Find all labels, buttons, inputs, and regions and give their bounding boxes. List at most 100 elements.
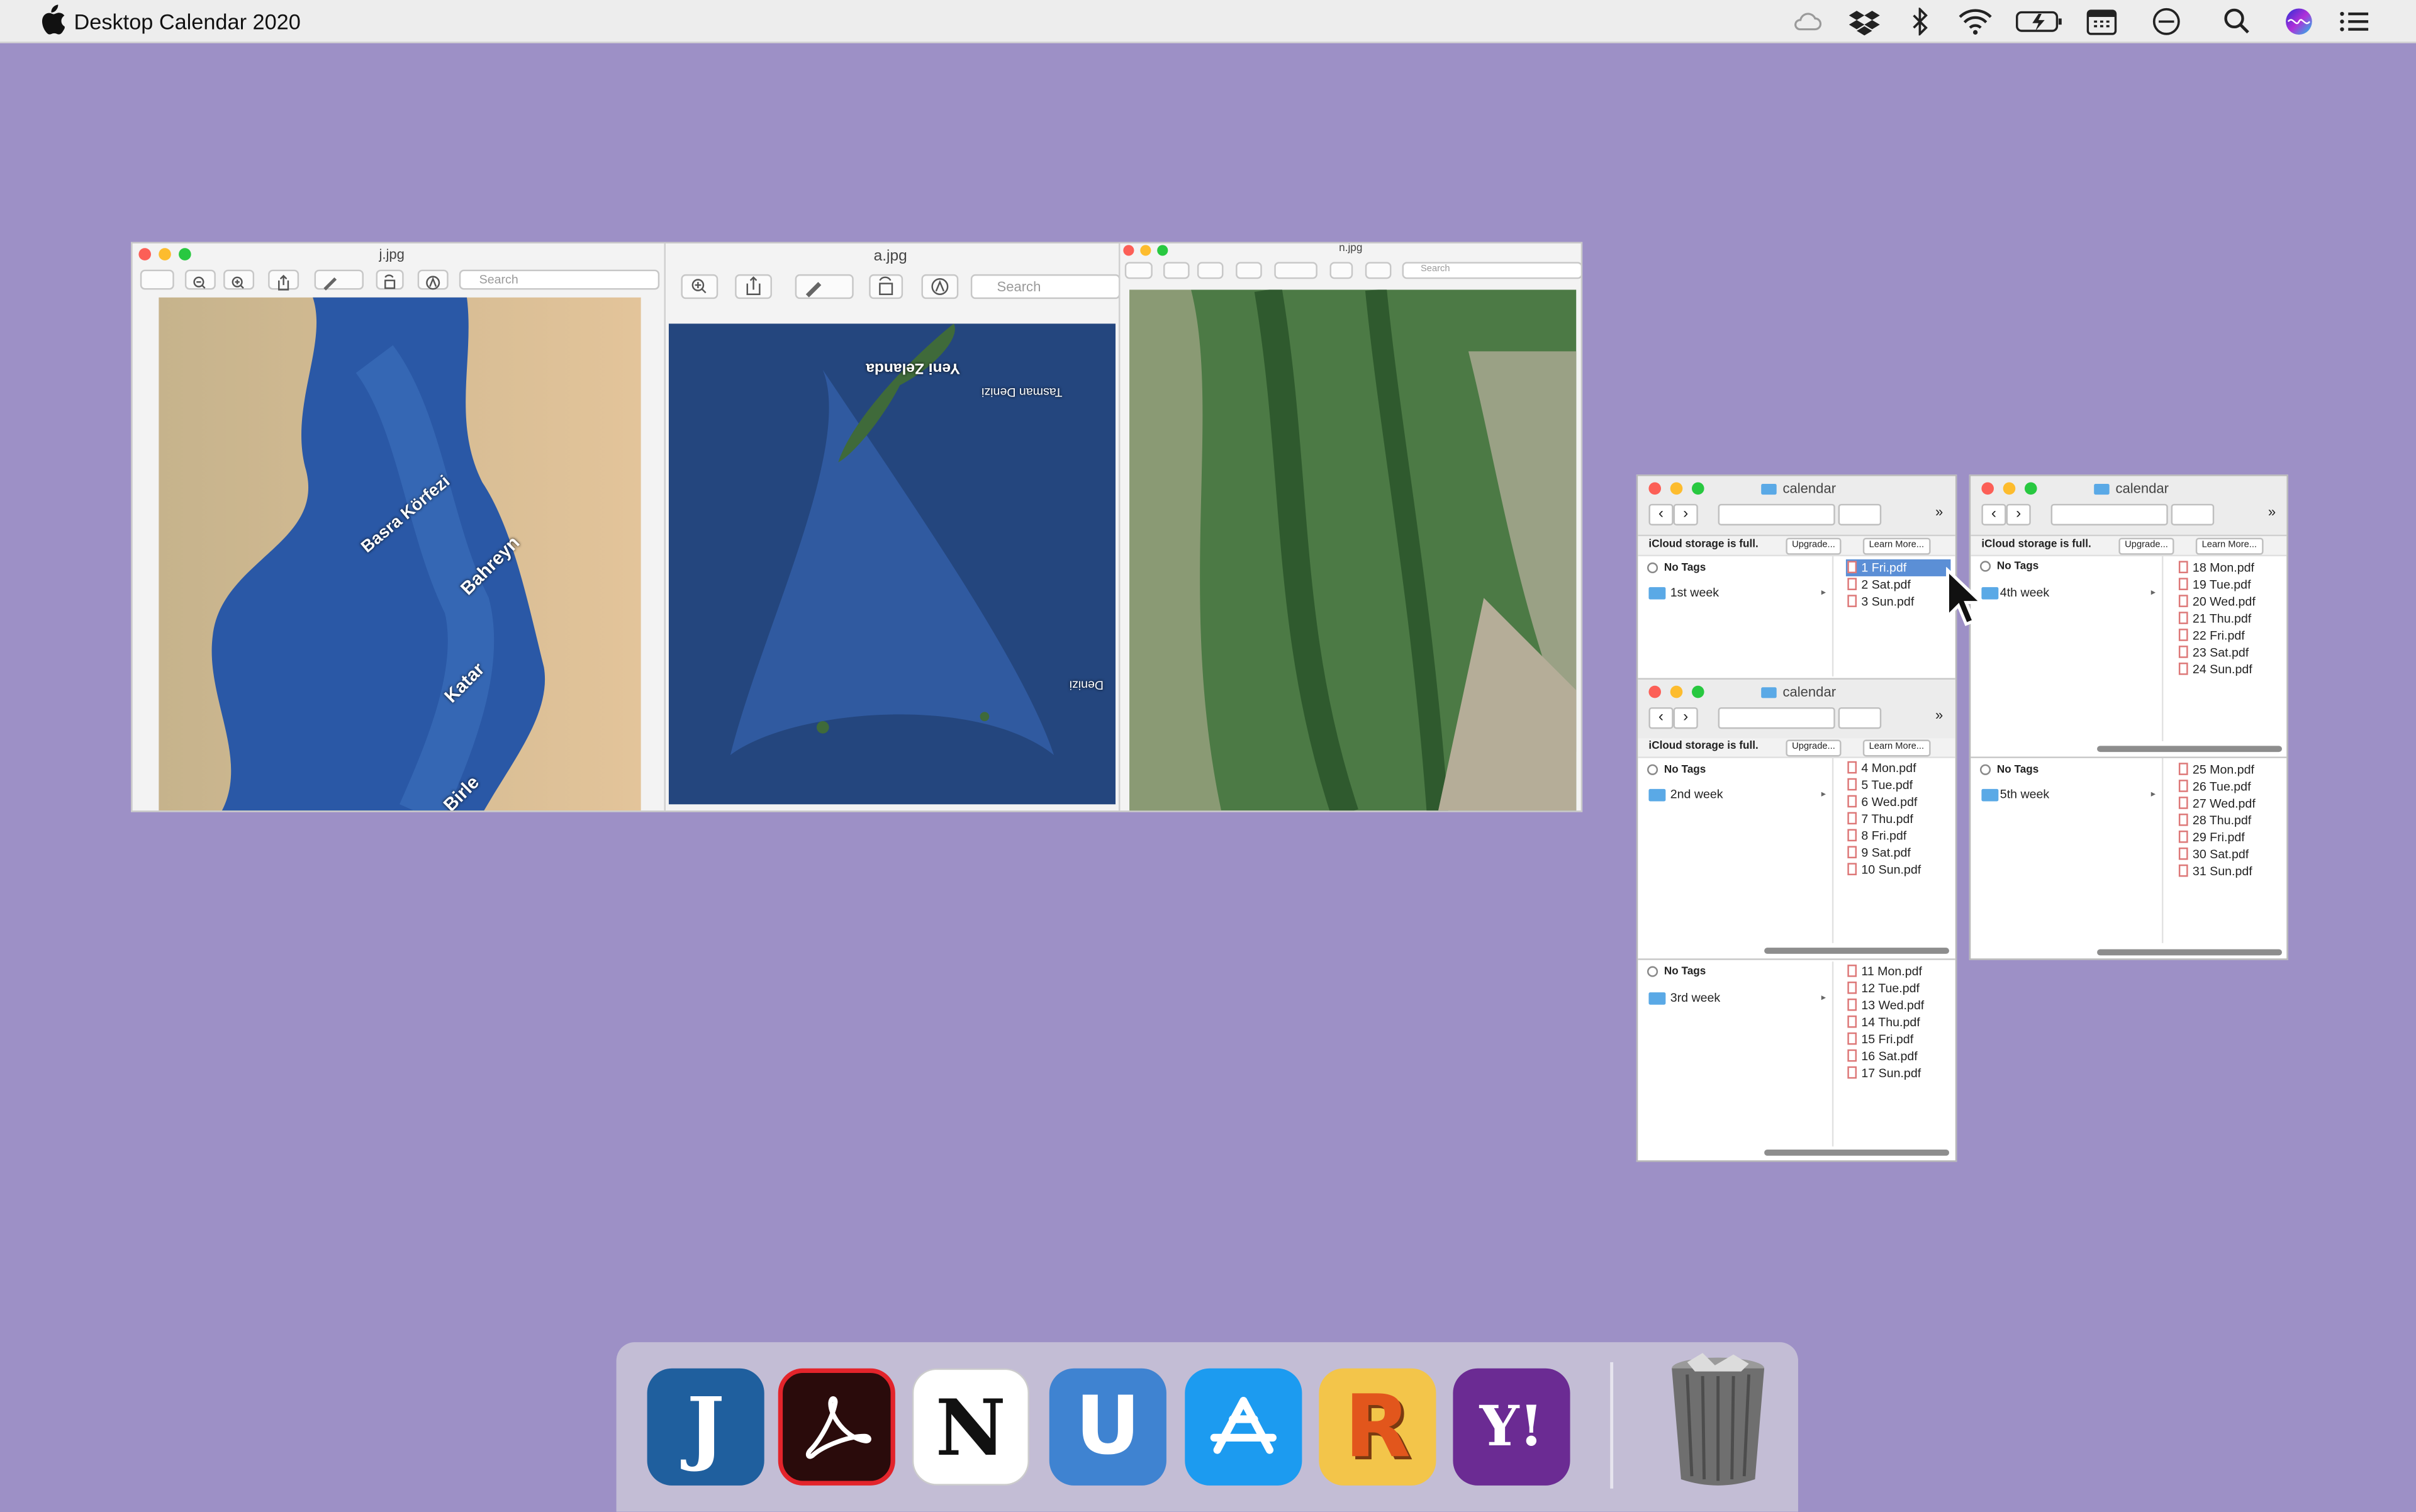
horizontal-scrollbar[interactable] bbox=[1764, 1149, 1949, 1156]
file-item[interactable]: 13 Wed.pdf bbox=[1846, 997, 1951, 1014]
file-item[interactable]: 30 Sat.pdf bbox=[2177, 846, 2282, 863]
forward-button[interactable]: › bbox=[2006, 503, 2031, 526]
annotate-button[interactable] bbox=[921, 274, 959, 300]
file-item[interactable]: 8 Fri.pdf bbox=[1846, 827, 1951, 844]
upgrade-button[interactable]: Upgrade... bbox=[1786, 739, 1842, 757]
jump-desktop-icon[interactable]: J bbox=[647, 1368, 764, 1486]
file-item[interactable]: 16 Sat.pdf bbox=[1846, 1048, 1951, 1065]
file-item[interactable]: 2 Sat.pdf bbox=[1846, 576, 1951, 593]
close-button[interactable] bbox=[1981, 482, 1994, 495]
minimize-button[interactable] bbox=[159, 248, 171, 260]
rotate-button[interactable] bbox=[869, 274, 903, 300]
adobe-acrobat-icon[interactable] bbox=[778, 1368, 895, 1486]
close-button[interactable] bbox=[1123, 245, 1134, 256]
more-toolbar-icon[interactable]: » bbox=[1935, 504, 1943, 519]
file-item[interactable]: 7 Thu.pdf bbox=[1846, 810, 1951, 827]
zoom-button[interactable] bbox=[1157, 245, 1168, 256]
learn-more-button[interactable]: Learn More... bbox=[2195, 537, 2263, 555]
forward-button[interactable]: › bbox=[1673, 503, 1698, 526]
learn-more-button[interactable]: Learn More... bbox=[1862, 537, 1930, 555]
annotate-button[interactable] bbox=[417, 269, 449, 290]
markup-button[interactable] bbox=[1274, 262, 1317, 279]
close-button[interactable] bbox=[138, 248, 152, 260]
file-item[interactable]: 6 Wed.pdf bbox=[1846, 793, 1951, 810]
zoom-button[interactable] bbox=[2024, 482, 2037, 495]
file-item[interactable]: 15 Fri.pdf bbox=[1846, 1031, 1951, 1048]
zoom-button[interactable] bbox=[179, 248, 191, 260]
minimize-button[interactable] bbox=[1670, 685, 1683, 698]
minimize-button[interactable] bbox=[1670, 482, 1683, 495]
share-button[interactable] bbox=[735, 274, 772, 300]
file-item[interactable]: 3 Sun.pdf bbox=[1846, 593, 1951, 610]
file-item[interactable]: 21 Thu.pdf bbox=[2177, 610, 2282, 627]
file-item[interactable]: 19 Tue.pdf bbox=[2177, 576, 2282, 593]
icloud-icon[interactable] bbox=[1792, 8, 1823, 35]
rotate-button[interactable] bbox=[376, 269, 404, 290]
zoom-in-button[interactable] bbox=[681, 274, 719, 300]
folder-4th-week[interactable]: 4th week bbox=[2000, 586, 2049, 600]
minimize-button[interactable] bbox=[1140, 245, 1151, 256]
zoom-button[interactable] bbox=[1692, 482, 1704, 495]
bluetooth-icon[interactable] bbox=[1904, 8, 1935, 36]
siri-icon[interactable] bbox=[2283, 8, 2314, 35]
share-button[interactable] bbox=[268, 269, 299, 291]
file-item[interactable]: 26 Tue.pdf bbox=[2177, 778, 2282, 795]
file-item[interactable]: 12 Tue.pdf bbox=[1846, 980, 1951, 997]
group-button[interactable] bbox=[1838, 707, 1882, 729]
file-item[interactable]: 14 Thu.pdf bbox=[1846, 1014, 1951, 1031]
file-item[interactable]: 27 Wed.pdf bbox=[2177, 795, 2282, 812]
file-item[interactable]: 23 Sat.pdf bbox=[2177, 644, 2282, 661]
more-toolbar-icon[interactable]: » bbox=[1935, 707, 1943, 722]
sidebar-toggle-button[interactable] bbox=[140, 269, 174, 290]
view-mode-buttons[interactable] bbox=[2050, 503, 2168, 526]
sidebar-toggle-button[interactable] bbox=[1124, 262, 1153, 279]
file-item[interactable]: 20 Wed.pdf bbox=[2177, 593, 2282, 610]
learn-more-button[interactable]: Learn More... bbox=[1862, 739, 1930, 757]
file-item[interactable]: 5 Tue.pdf bbox=[1846, 776, 1951, 793]
file-item[interactable]: 28 Thu.pdf bbox=[2177, 812, 2282, 829]
rotate-button[interactable] bbox=[1329, 262, 1353, 279]
zoom-out-button[interactable] bbox=[184, 269, 216, 290]
share-button[interactable] bbox=[1236, 262, 1262, 279]
file-item[interactable]: 18 Mon.pdf bbox=[2177, 559, 2282, 576]
zoom-in-button[interactable] bbox=[223, 269, 255, 290]
trash-icon[interactable] bbox=[1664, 1353, 1772, 1489]
file-item[interactable]: 1 Fri.pdf bbox=[1845, 559, 1951, 576]
back-button[interactable]: ‹ bbox=[1648, 707, 1674, 729]
calendar-menubar-icon[interactable] bbox=[2086, 8, 2117, 35]
zoom-button[interactable] bbox=[1692, 685, 1704, 698]
back-button[interactable]: ‹ bbox=[1981, 503, 2006, 526]
folder-2nd-week[interactable]: 2nd week bbox=[1670, 787, 1723, 801]
group-button[interactable] bbox=[2171, 503, 2215, 526]
file-item[interactable]: 9 Sat.pdf bbox=[1846, 844, 1951, 861]
back-button[interactable]: ‹ bbox=[1648, 503, 1674, 526]
spotlight-search-icon[interactable] bbox=[2222, 8, 2252, 35]
file-item[interactable]: 11 Mon.pdf bbox=[1846, 963, 1951, 980]
dropbox-icon[interactable] bbox=[1848, 8, 1880, 36]
view-mode-buttons[interactable] bbox=[1718, 707, 1835, 729]
file-item[interactable]: 4 Mon.pdf bbox=[1846, 759, 1951, 776]
app-title[interactable]: Desktop Calendar 2020 bbox=[74, 9, 301, 34]
upgrade-button[interactable]: Upgrade... bbox=[2118, 537, 2174, 555]
markup-button[interactable] bbox=[795, 274, 854, 300]
apple-menu-icon[interactable] bbox=[37, 4, 65, 35]
app-store-icon[interactable] bbox=[1185, 1368, 1302, 1486]
group-button[interactable] bbox=[1838, 503, 1882, 526]
search-field[interactable]: Search bbox=[459, 269, 660, 290]
folder-3rd-week[interactable]: 3rd week bbox=[1670, 991, 1721, 1005]
file-item[interactable]: 24 Sun.pdf bbox=[2177, 661, 2282, 678]
more-toolbar-icon[interactable]: » bbox=[2268, 504, 2276, 519]
horizontal-scrollbar[interactable] bbox=[2097, 949, 2282, 956]
file-item[interactable]: 29 Fri.pdf bbox=[2177, 829, 2282, 846]
file-item[interactable]: 10 Sun.pdf bbox=[1846, 861, 1951, 878]
markup-button[interactable] bbox=[314, 269, 364, 291]
search-field[interactable]: Search bbox=[1402, 262, 1581, 279]
view-mode-buttons[interactable] bbox=[1718, 503, 1835, 526]
zoom-in-button[interactable] bbox=[1197, 262, 1224, 279]
annotate-button[interactable] bbox=[1365, 262, 1392, 279]
r-app-icon[interactable]: R bbox=[1319, 1368, 1436, 1486]
wifi-icon[interactable] bbox=[1957, 8, 1994, 35]
file-item[interactable]: 22 Fri.pdf bbox=[2177, 627, 2282, 644]
yahoo-icon[interactable]: Y! bbox=[1453, 1368, 1570, 1486]
minimize-button[interactable] bbox=[2003, 482, 2016, 495]
